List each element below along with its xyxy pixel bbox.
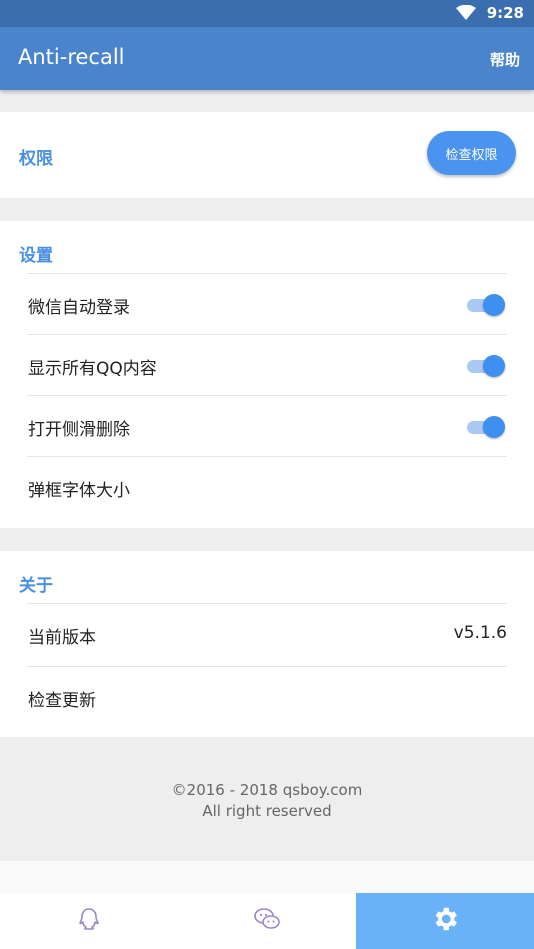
version-label: 当前版本 bbox=[28, 628, 96, 648]
setting-label: 弹框字体大小 bbox=[28, 481, 130, 501]
settings-title: 设置 bbox=[19, 246, 53, 266]
about-title: 关于 bbox=[19, 576, 53, 596]
bottom-nav bbox=[0, 893, 534, 949]
setting-dialog-font-size[interactable]: 弹框字体大小 bbox=[27, 456, 507, 518]
version-value: v5.1.6 bbox=[453, 623, 507, 643]
wechat-icon bbox=[253, 907, 281, 935]
wechat-auto-login-toggle[interactable] bbox=[467, 294, 505, 316]
current-version-row[interactable]: 当前版本 v5.1.6 bbox=[27, 603, 507, 666]
app-title: Anti-recall bbox=[18, 45, 125, 69]
check-update-label: 检查更新 bbox=[28, 691, 96, 711]
app-bar: Anti-recall 帮助 bbox=[0, 27, 534, 90]
qq-icon bbox=[78, 907, 100, 935]
setting-label: 显示所有QQ内容 bbox=[28, 359, 157, 379]
status-bar: 9:28 bbox=[0, 0, 534, 27]
permission-card: 权限 检查权限 bbox=[0, 112, 534, 198]
help-button[interactable]: 帮助 bbox=[490, 49, 520, 70]
check-permission-button[interactable]: 检查权限 bbox=[427, 131, 516, 175]
nav-settings[interactable] bbox=[356, 893, 534, 949]
gear-icon bbox=[430, 904, 460, 938]
nav-wechat[interactable] bbox=[178, 893, 356, 949]
wifi-icon bbox=[456, 4, 476, 25]
setting-wechat-auto-login[interactable]: 微信自动登录 bbox=[27, 273, 507, 335]
setting-label: 打开侧滑删除 bbox=[28, 420, 130, 440]
swipe-delete-toggle[interactable] bbox=[467, 416, 505, 438]
copyright-text: ©2016 - 2018 qsboy.com bbox=[171, 781, 363, 799]
rights-text: All right reserved bbox=[202, 802, 332, 820]
about-card: 关于 当前版本 v5.1.6 检查更新 bbox=[0, 551, 534, 737]
setting-show-all-qq[interactable]: 显示所有QQ内容 bbox=[27, 334, 507, 396]
status-time: 9:28 bbox=[486, 4, 524, 22]
footer: ©2016 - 2018 qsboy.com All right reserve… bbox=[0, 737, 534, 861]
permission-label: 权限 bbox=[19, 149, 53, 169]
setting-swipe-delete[interactable]: 打开侧滑删除 bbox=[27, 395, 507, 457]
nav-qq[interactable] bbox=[0, 893, 178, 949]
show-all-qq-toggle[interactable] bbox=[467, 355, 505, 377]
settings-card: 设置 微信自动登录 显示所有QQ内容 打开侧滑删除 弹框字体大小 bbox=[0, 221, 534, 528]
check-update-row[interactable]: 检查更新 bbox=[27, 666, 507, 728]
setting-label: 微信自动登录 bbox=[28, 298, 130, 318]
spacer bbox=[0, 861, 534, 893]
